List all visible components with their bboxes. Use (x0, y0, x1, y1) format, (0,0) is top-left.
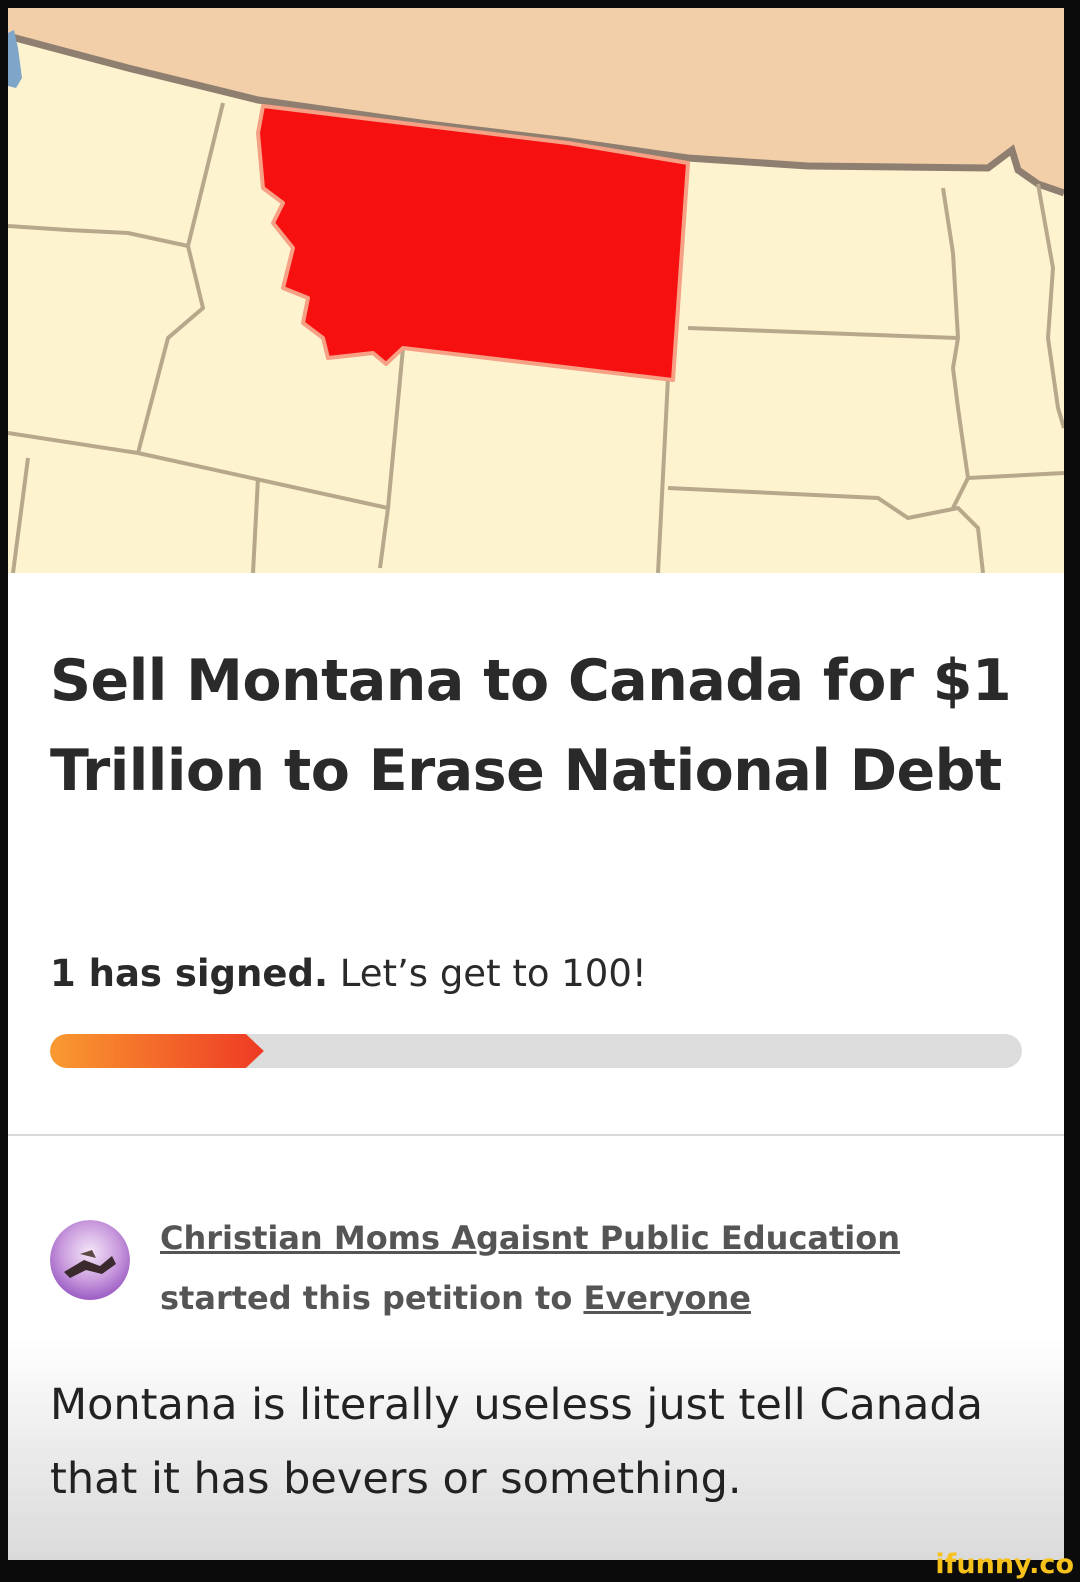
screenshot-frame: Sell Montana to Canada for $1 Trillion t… (8, 8, 1064, 1560)
starter-middle-text: this petition to (302, 1279, 573, 1317)
signature-progress-fill (50, 1034, 264, 1068)
starter-verb: started (160, 1279, 292, 1317)
petition-starter-line: Christian Moms Agaisnt Public Education … (160, 1208, 1040, 1328)
map-image (8, 8, 1064, 573)
section-divider (8, 1134, 1064, 1136)
starter-name-link[interactable]: Christian Moms Agaisnt Public Education (160, 1219, 900, 1257)
signature-goal: Let’s get to 100! (339, 952, 647, 995)
purple-circle-avatar-icon (50, 1220, 130, 1300)
signature-progress-bar (50, 1034, 1022, 1068)
petition-description: Montana is literally useless just tell C… (50, 1380, 984, 1504)
ifunny-watermark: ifunny.co (935, 1549, 1074, 1580)
signature-status: 1 has signed. Let’s get to 100! (50, 952, 647, 995)
petition-target-link[interactable]: Everyone (583, 1279, 751, 1317)
petition-title: Sell Montana to Canada for $1 Trillion t… (50, 648, 1012, 804)
signature-count: 1 has signed. (50, 952, 329, 995)
starter-avatar[interactable] (50, 1220, 130, 1300)
